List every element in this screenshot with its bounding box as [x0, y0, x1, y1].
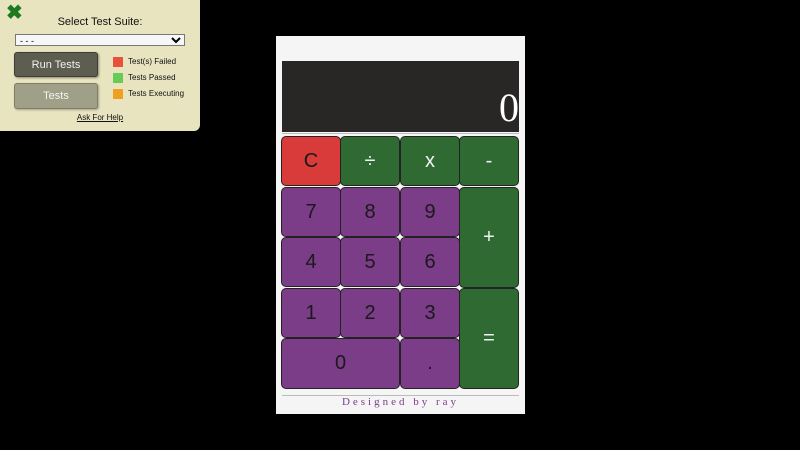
add-button[interactable]: + — [459, 187, 519, 288]
digit-4-button[interactable]: 4 — [281, 237, 341, 287]
display-value: 0 — [499, 85, 519, 130]
digit-5-button[interactable]: 5 — [340, 237, 400, 287]
test-suite-label: Select Test Suite: — [57, 16, 143, 28]
executing-swatch — [113, 89, 123, 99]
legend-executing-label: Tests Executing — [128, 89, 185, 98]
run-tests-button[interactable]: Run Tests — [14, 52, 98, 77]
legend-passed-label: Tests Passed — [128, 73, 176, 82]
display-divider — [282, 133, 519, 134]
subtract-button[interactable]: - — [459, 136, 519, 186]
legend-failed: Test(s) Failed — [113, 57, 176, 69]
digit-0-button[interactable]: 0 — [281, 338, 400, 389]
ask-for-help-link[interactable]: Ask For Help — [0, 113, 200, 122]
test-suite-select[interactable]: - - - — [15, 34, 185, 46]
divide-button[interactable]: ÷ — [340, 136, 400, 186]
legend-failed-label: Test(s) Failed — [128, 57, 177, 66]
legend-executing: Tests Executing — [113, 89, 184, 101]
designer-credit: Designed by ray — [341, 396, 460, 408]
digit-7-button[interactable]: 7 — [281, 187, 341, 237]
clear-button[interactable]: C — [281, 136, 341, 186]
test-panel: ✖ Select Test Suite: - - - Run Tests Tes… — [0, 0, 200, 131]
passed-swatch — [113, 73, 123, 83]
digit-6-button[interactable]: 6 — [400, 237, 460, 287]
multiply-button[interactable]: x — [400, 136, 460, 186]
decimal-button[interactable]: . — [400, 338, 460, 389]
calculator-display: 0 — [282, 61, 519, 132]
digit-1-button[interactable]: 1 — [281, 288, 341, 338]
digit-2-button[interactable]: 2 — [340, 288, 400, 338]
digit-8-button[interactable]: 8 — [340, 187, 400, 237]
legend-passed: Tests Passed — [113, 73, 176, 85]
failed-swatch — [113, 57, 123, 67]
digit-3-button[interactable]: 3 — [400, 288, 460, 338]
tests-button[interactable]: Tests — [14, 83, 98, 109]
digit-9-button[interactable]: 9 — [400, 187, 460, 237]
equals-button[interactable]: = — [459, 288, 519, 389]
calculator: 0 C ÷ x - 7 8 9 + 4 5 6 1 2 3 = 0 . Desi… — [276, 36, 525, 414]
